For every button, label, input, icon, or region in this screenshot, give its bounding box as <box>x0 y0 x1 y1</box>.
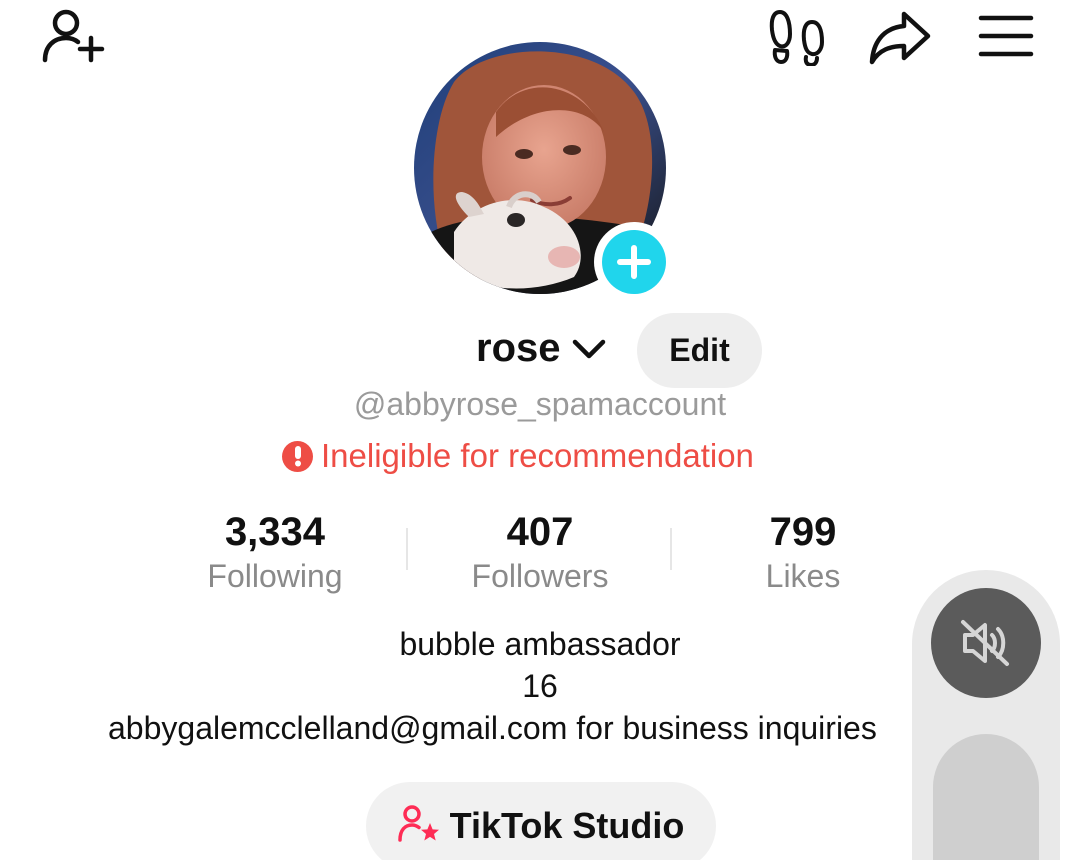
stat-value: 407 <box>506 510 574 554</box>
stat-value: 799 <box>769 510 837 554</box>
recommendation-status[interactable]: Ineligible for recommendation <box>282 436 754 476</box>
share-icon[interactable] <box>868 10 932 66</box>
mute-button[interactable] <box>931 588 1041 698</box>
profile-page: rose Edit @abbyrose_spamaccount Ineligib… <box>0 0 1080 860</box>
stat-divider <box>406 528 408 570</box>
stat-label: Likes <box>765 558 841 594</box>
stat-value: 3,334 <box>224 510 326 554</box>
side-panel-slot[interactable] <box>933 734 1039 860</box>
tiktok-studio-button[interactable]: TikTok Studio <box>366 782 716 860</box>
creator-star-icon <box>397 804 440 849</box>
recommendation-status-text: Ineligible for recommendation <box>321 437 754 474</box>
username-handle: @abbyrose_spamaccount <box>353 386 727 422</box>
chevron-down-icon[interactable] <box>572 338 606 367</box>
stat-following[interactable]: 3,334 Following <box>155 508 395 596</box>
menu-icon[interactable] <box>978 14 1034 58</box>
tiktok-studio-label: TikTok Studio <box>449 805 685 846</box>
stat-divider <box>670 528 672 570</box>
speaker-muted-icon <box>961 620 1009 666</box>
add-avatar-button[interactable] <box>594 222 674 302</box>
footprint-icon[interactable] <box>768 8 826 66</box>
exclamation-icon <box>282 440 313 472</box>
bio-line: abbygalemcclelland@gmail.com for busines… <box>108 710 877 746</box>
stat-label: Following <box>207 558 343 594</box>
edit-profile-button[interactable]: Edit <box>637 313 762 388</box>
add-friend-icon[interactable] <box>40 6 106 64</box>
stat-followers[interactable]: 407 Followers <box>420 508 660 596</box>
stat-likes[interactable]: 799 Likes <box>683 508 923 596</box>
stat-label: Followers <box>471 558 609 594</box>
display-name[interactable]: rose <box>476 326 561 371</box>
plus-icon <box>617 245 651 279</box>
